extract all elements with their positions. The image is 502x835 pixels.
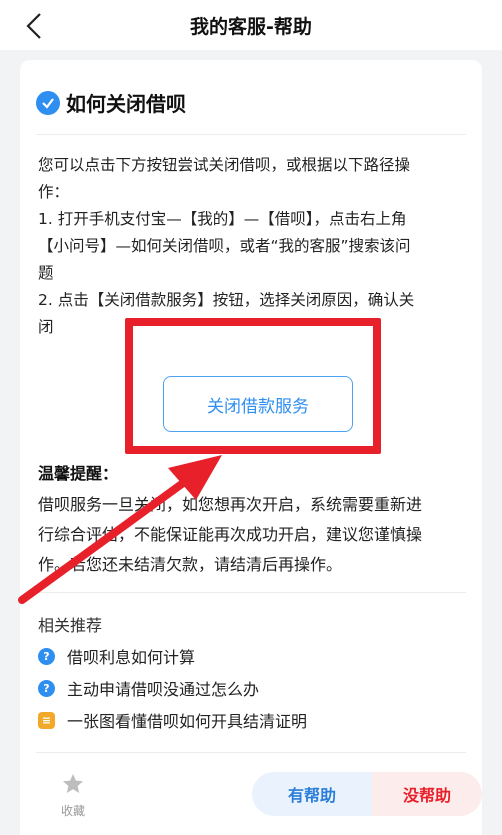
star-icon <box>63 774 83 793</box>
answer-text: 您可以点击下方按钮尝试关闭借呗，或根据以下路径操 作： 1. 打开手机支付宝—【… <box>38 152 466 341</box>
answer-line: 2. 点击【关闭借款服务】按钮，选择关闭原因，确认关 <box>38 291 415 309</box>
divider <box>36 134 466 135</box>
question-header: 如何关闭借呗 <box>36 88 186 117</box>
related-item[interactable]: ≡ 一张图看懂借呗如何开具结清证明 <box>38 708 307 732</box>
answer-line: 【小问号】—如何关闭借呗，或者“我的客服”搜索该问 <box>38 237 411 255</box>
tip-text: 借呗服务一旦关闭，如您想再次开启，系统需要重新进 行综合评估，不能保证能再次成功… <box>38 490 466 580</box>
unhelpful-button[interactable]: 没帮助 <box>372 772 482 816</box>
check-circle-icon <box>36 90 60 115</box>
favorite-button[interactable]: 收藏 <box>48 772 98 819</box>
tip-line: 行综合评估，不能保证能再次成功开启，建议您谨慎操 <box>38 525 423 544</box>
related-item-label: 一张图看懂借呗如何开具结清证明 <box>67 712 308 731</box>
question-title: 如何关闭借呗 <box>66 92 186 116</box>
question-icon: ? <box>38 679 55 697</box>
tip-line: 借呗服务一旦关闭，如您想再次开启，系统需要重新进 <box>38 495 423 514</box>
help-card: 如何关闭借呗 您可以点击下方按钮尝试关闭借呗，或根据以下路径操 作： 1. 打开… <box>20 60 482 835</box>
top-bar: 我的客服-帮助 <box>0 0 502 50</box>
related-item[interactable]: ? 主动申请借呗没通过怎么办 <box>38 676 259 700</box>
answer-line: 1. 打开手机支付宝—【我的】—【借呗】，点击右上角 <box>38 210 407 228</box>
question-icon: ? <box>38 647 55 665</box>
answer-line: 题 <box>38 264 54 282</box>
helpful-button[interactable]: 有帮助 <box>252 772 372 816</box>
tip-title: 温馨提醒： <box>38 464 119 483</box>
related-title: 相关推荐 <box>38 616 103 635</box>
document-icon: ≡ <box>38 711 55 729</box>
related-item-label: 主动申请借呗没通过怎么办 <box>67 680 260 699</box>
answer-line: 您可以点击下方按钮尝试关闭借呗，或根据以下路径操 <box>38 156 411 174</box>
related-item[interactable]: ? 借呗利息如何计算 <box>38 644 195 668</box>
divider <box>36 592 466 593</box>
divider <box>36 752 466 753</box>
answer-line: 作： <box>38 183 70 201</box>
related-item-label: 借呗利息如何计算 <box>67 648 196 667</box>
favorite-label: 收藏 <box>60 804 85 818</box>
page-title: 我的客服-帮助 <box>190 16 312 38</box>
tip-line: 作。若您还未结清欠款，请结清后再操作。 <box>38 555 343 574</box>
annotation-highlight-box <box>125 318 381 454</box>
